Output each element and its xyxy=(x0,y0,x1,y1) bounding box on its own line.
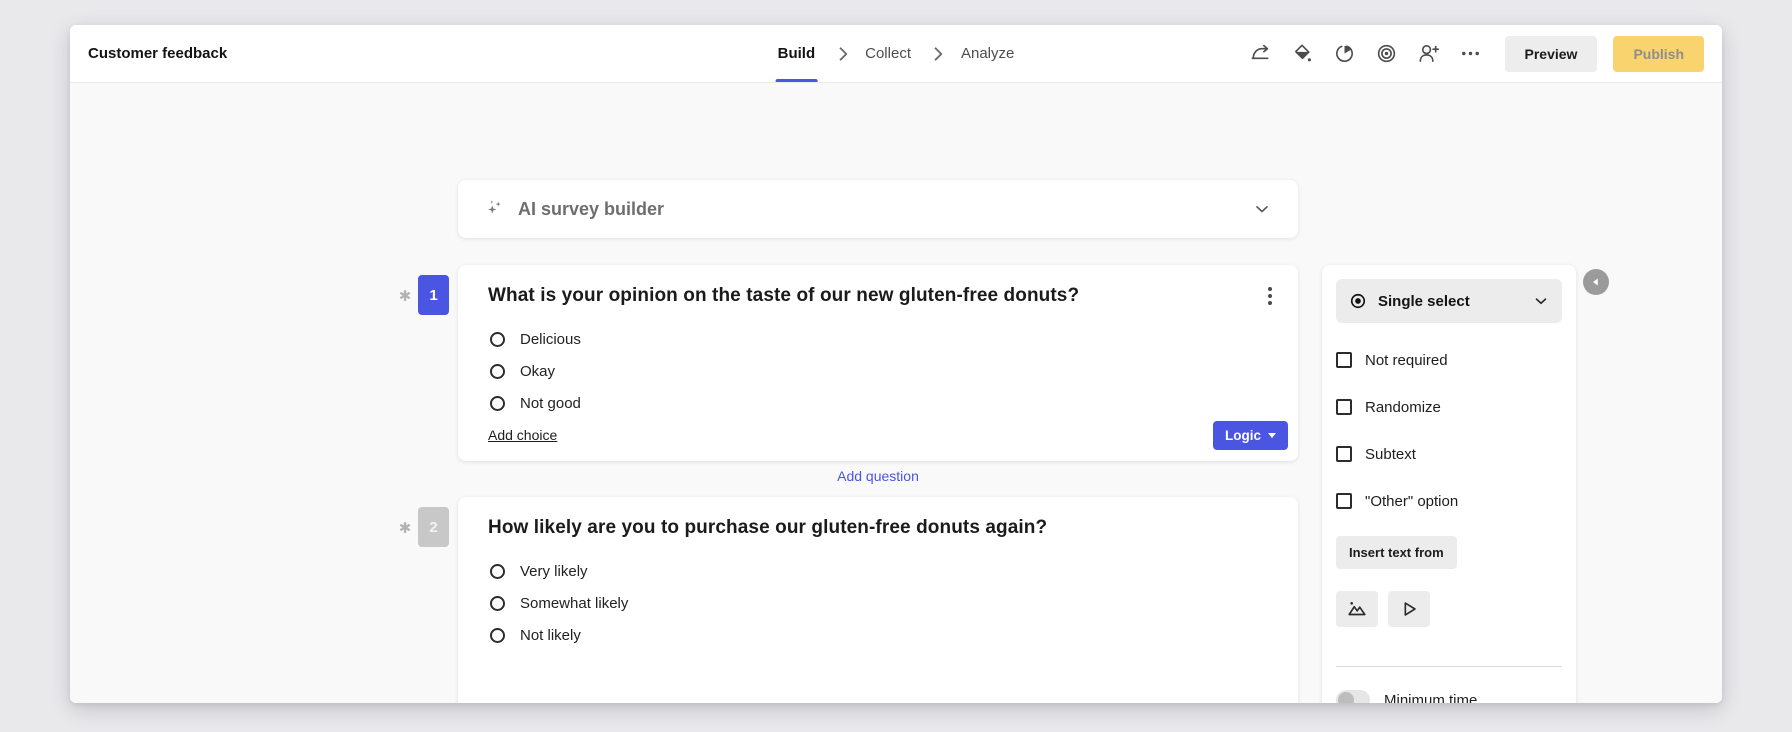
top-header: Customer feedback Build Collect Analyze xyxy=(70,25,1722,83)
checkbox-icon[interactable] xyxy=(1336,399,1352,415)
toggle-off-icon[interactable] xyxy=(1336,690,1370,703)
checkbox-label: Subtext xyxy=(1365,446,1416,463)
publish-button[interactable]: Publish xyxy=(1613,36,1704,72)
answer-option[interactable]: Okay xyxy=(490,355,1298,387)
checkbox-icon[interactable] xyxy=(1336,493,1352,509)
option-label: Not good xyxy=(520,395,581,412)
chevron-down-icon xyxy=(1532,292,1550,310)
checkbox-icon[interactable] xyxy=(1336,352,1352,368)
required-star[interactable]: ✱ xyxy=(398,519,412,537)
header-actions: Preview Publish xyxy=(1243,36,1705,72)
reset-progress-icon[interactable] xyxy=(1327,36,1363,72)
tab-analyze[interactable]: Analyze xyxy=(961,25,1014,82)
answer-option[interactable]: Not good xyxy=(490,387,1298,419)
radio-icon[interactable] xyxy=(490,364,505,379)
question-card-1: What is your opinion on the taste of our… xyxy=(458,265,1298,461)
question-1-badge[interactable]: 1 xyxy=(418,275,449,315)
insert-text-from-button[interactable]: Insert text from xyxy=(1336,536,1457,569)
question-2-options: Very likely Somewhat likely Not likely xyxy=(458,539,1298,651)
option-label: Delicious xyxy=(520,331,581,348)
add-person-icon[interactable] xyxy=(1411,36,1447,72)
media-buttons xyxy=(1336,591,1562,627)
minimum-time-toggle-row[interactable]: Minimum time xyxy=(1336,690,1562,703)
panel-divider xyxy=(1336,666,1562,667)
checkbox-icon[interactable] xyxy=(1336,446,1352,462)
image-icon xyxy=(1346,598,1368,620)
arrow-left-icon xyxy=(1589,275,1603,289)
answer-option[interactable]: Delicious xyxy=(490,323,1298,355)
checkbox-label: "Other" option xyxy=(1365,493,1458,510)
caret-down-icon xyxy=(1268,433,1276,438)
required-star[interactable]: ✱ xyxy=(398,287,412,305)
checkbox-label: Randomize xyxy=(1365,399,1441,416)
radio-icon[interactable] xyxy=(490,596,505,611)
toggle-label: Minimum time xyxy=(1384,692,1477,704)
chevron-right-icon xyxy=(929,46,943,60)
checkbox-other-option[interactable]: "Other" option xyxy=(1336,491,1562,511)
kebab-menu-icon[interactable] xyxy=(1260,285,1280,307)
step-tabs: Build Collect Analyze xyxy=(778,25,1015,82)
sparkles-icon xyxy=(484,198,506,220)
question-type-label: Single select xyxy=(1378,293,1470,310)
chevron-down-icon[interactable] xyxy=(1252,199,1272,219)
more-options-icon[interactable] xyxy=(1453,36,1489,72)
app-window: Customer feedback Build Collect Analyze xyxy=(70,25,1722,703)
answer-option[interactable]: Not likely xyxy=(490,619,1298,651)
option-label: Okay xyxy=(520,363,555,380)
tab-collect[interactable]: Collect xyxy=(865,25,911,82)
checkbox-label: Not required xyxy=(1365,352,1448,369)
ai-survey-builder-bar[interactable]: AI survey builder xyxy=(458,180,1298,238)
builder-canvas: AI survey builder ✱ 1 What is your opini… xyxy=(70,83,1722,703)
checkbox-randomize[interactable]: Randomize xyxy=(1336,397,1562,417)
question-1-title[interactable]: What is your opinion on the taste of our… xyxy=(488,285,1079,307)
target-icon[interactable] xyxy=(1369,36,1405,72)
radio-icon[interactable] xyxy=(490,396,505,411)
collapse-panel-button[interactable] xyxy=(1583,269,1609,295)
answer-option[interactable]: Somewhat likely xyxy=(490,587,1298,619)
ai-builder-label: AI survey builder xyxy=(518,199,664,220)
radio-selected-icon xyxy=(1348,291,1368,311)
question-1-options: Delicious Okay Not good xyxy=(458,307,1298,419)
question-settings-panel: Single select Not required Randomize Sub… xyxy=(1322,265,1576,703)
add-choice-link[interactable]: Add choice xyxy=(488,427,557,443)
question-type-dropdown[interactable]: Single select xyxy=(1336,279,1562,323)
question-2-title[interactable]: How likely are you to purchase our glute… xyxy=(488,517,1047,539)
radio-icon[interactable] xyxy=(490,332,505,347)
question-card-2: How likely are you to purchase our glute… xyxy=(458,497,1298,703)
fill-color-icon[interactable] xyxy=(1285,36,1321,72)
add-video-button[interactable] xyxy=(1388,591,1430,627)
option-label: Somewhat likely xyxy=(520,595,628,612)
add-question-link[interactable]: Add question xyxy=(458,468,1298,484)
logic-label: Logic xyxy=(1225,428,1261,443)
preview-button[interactable]: Preview xyxy=(1505,36,1598,72)
answer-option[interactable]: Very likely xyxy=(490,555,1298,587)
logic-button[interactable]: Logic xyxy=(1213,421,1288,450)
option-label: Not likely xyxy=(520,627,581,644)
radio-icon[interactable] xyxy=(490,628,505,643)
survey-title[interactable]: Customer feedback xyxy=(88,45,227,62)
checkbox-subtext[interactable]: Subtext xyxy=(1336,444,1562,464)
question-2-badge[interactable]: 2 xyxy=(418,507,449,547)
option-label: Very likely xyxy=(520,563,588,580)
add-image-button[interactable] xyxy=(1336,591,1378,627)
radio-icon[interactable] xyxy=(490,564,505,579)
redo-icon[interactable] xyxy=(1243,36,1279,72)
video-play-icon xyxy=(1398,598,1420,620)
checkbox-not-required[interactable]: Not required xyxy=(1336,350,1562,370)
chevron-right-icon xyxy=(833,46,847,60)
tab-build[interactable]: Build xyxy=(778,25,816,82)
